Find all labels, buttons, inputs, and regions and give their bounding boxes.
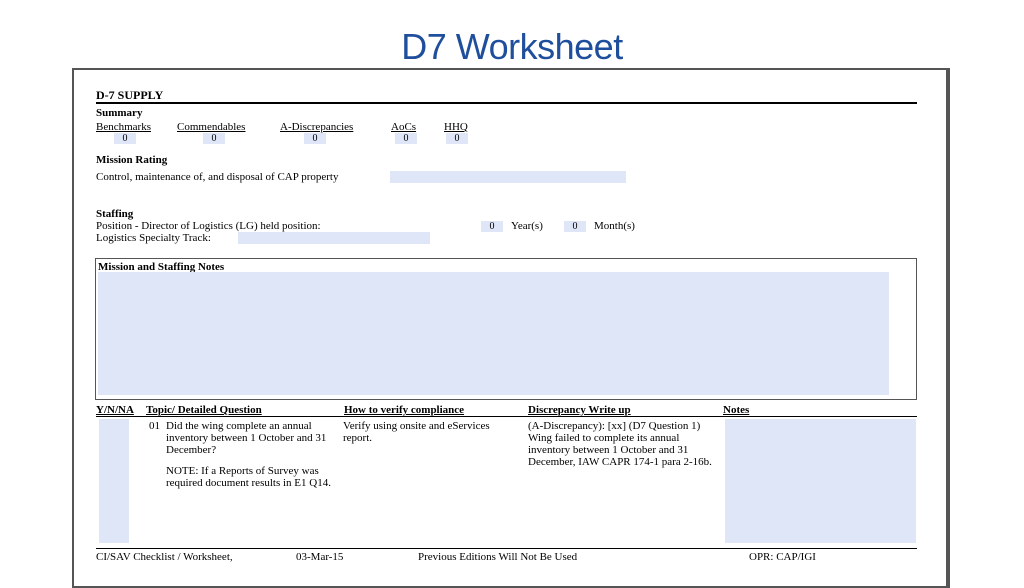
- verify-text: Verify using onsite and eServices report…: [343, 420, 490, 444]
- col-header-topic: Topic/ Detailed Question: [146, 404, 262, 416]
- col-header-write-up: Discrepancy Write up: [528, 404, 631, 416]
- summary-value-commendables[interactable]: 0: [203, 133, 225, 144]
- staffing-months-label: Month(s): [594, 220, 635, 232]
- summary-label-a-discrepancies: A-Discrepancies: [280, 121, 354, 133]
- notes-field[interactable]: [98, 272, 889, 395]
- worksheet-document: D-7 SUPPLY Summary Benchmarks Commendabl…: [72, 68, 950, 588]
- footer-form: CI/SAV Checklist / Worksheet,: [96, 551, 233, 563]
- yn-answer-field[interactable]: [99, 419, 129, 543]
- footer-editions: Previous Editions Will Not Be Used: [418, 551, 578, 563]
- summary-label-commendables: Commendables: [177, 121, 246, 133]
- staffing-heading: Staffing: [96, 208, 134, 220]
- summary-heading: Summary: [96, 107, 143, 119]
- summary-label-aocs: AoCs: [391, 121, 417, 133]
- footer-divider: [96, 548, 917, 549]
- summary-value-a-discrepancies[interactable]: 0: [304, 133, 326, 144]
- summary-value-aocs[interactable]: 0: [395, 133, 417, 144]
- footer-opr: OPR: CAP/IGI: [749, 551, 816, 563]
- summary-label-benchmarks: Benchmarks: [96, 121, 151, 133]
- row-notes-field[interactable]: [725, 419, 916, 543]
- col-header-yn: Y/N/NA: [96, 404, 134, 416]
- summary-label-hhq: HHQ: [444, 121, 468, 133]
- discrepancy-write-up: (A-Discrepancy): [xx] (D7 Question 1) Wi…: [528, 420, 712, 468]
- section-divider: [96, 102, 917, 104]
- summary-value-hhq[interactable]: 0: [446, 133, 468, 144]
- staffing-years-field[interactable]: 0: [481, 221, 503, 232]
- staffing-track-label: Logistics Specialty Track:: [96, 232, 211, 244]
- col-header-notes: Notes: [723, 404, 750, 416]
- staffing-position-label: Position - Director of Logistics (LG) he…: [96, 220, 321, 232]
- section-title: D-7 SUPPLY: [96, 88, 164, 102]
- staffing-years-label: Year(s): [511, 220, 543, 232]
- slide-title: D7 Worksheet: [401, 26, 623, 67]
- mission-rating-heading: Mission Rating: [96, 154, 168, 166]
- mission-rating-item: Control, maintenance of, and disposal of…: [96, 171, 339, 183]
- summary-value-benchmarks[interactable]: 0: [114, 133, 136, 144]
- col-header-verify: How to verify compliance: [344, 404, 465, 416]
- footer-date: 03-Mar-15: [296, 551, 344, 563]
- question-note: NOTE: If a Reports of Survey was require…: [166, 465, 331, 489]
- staffing-track-field[interactable]: [238, 232, 430, 244]
- mission-staffing-notes-box: Mission and Staffing Notes: [95, 258, 917, 400]
- question-text: Did the wing complete an annual inventor…: [166, 420, 327, 456]
- mission-rating-field[interactable]: [390, 171, 626, 183]
- table-header-divider: [96, 416, 917, 417]
- staffing-months-field[interactable]: 0: [564, 221, 586, 232]
